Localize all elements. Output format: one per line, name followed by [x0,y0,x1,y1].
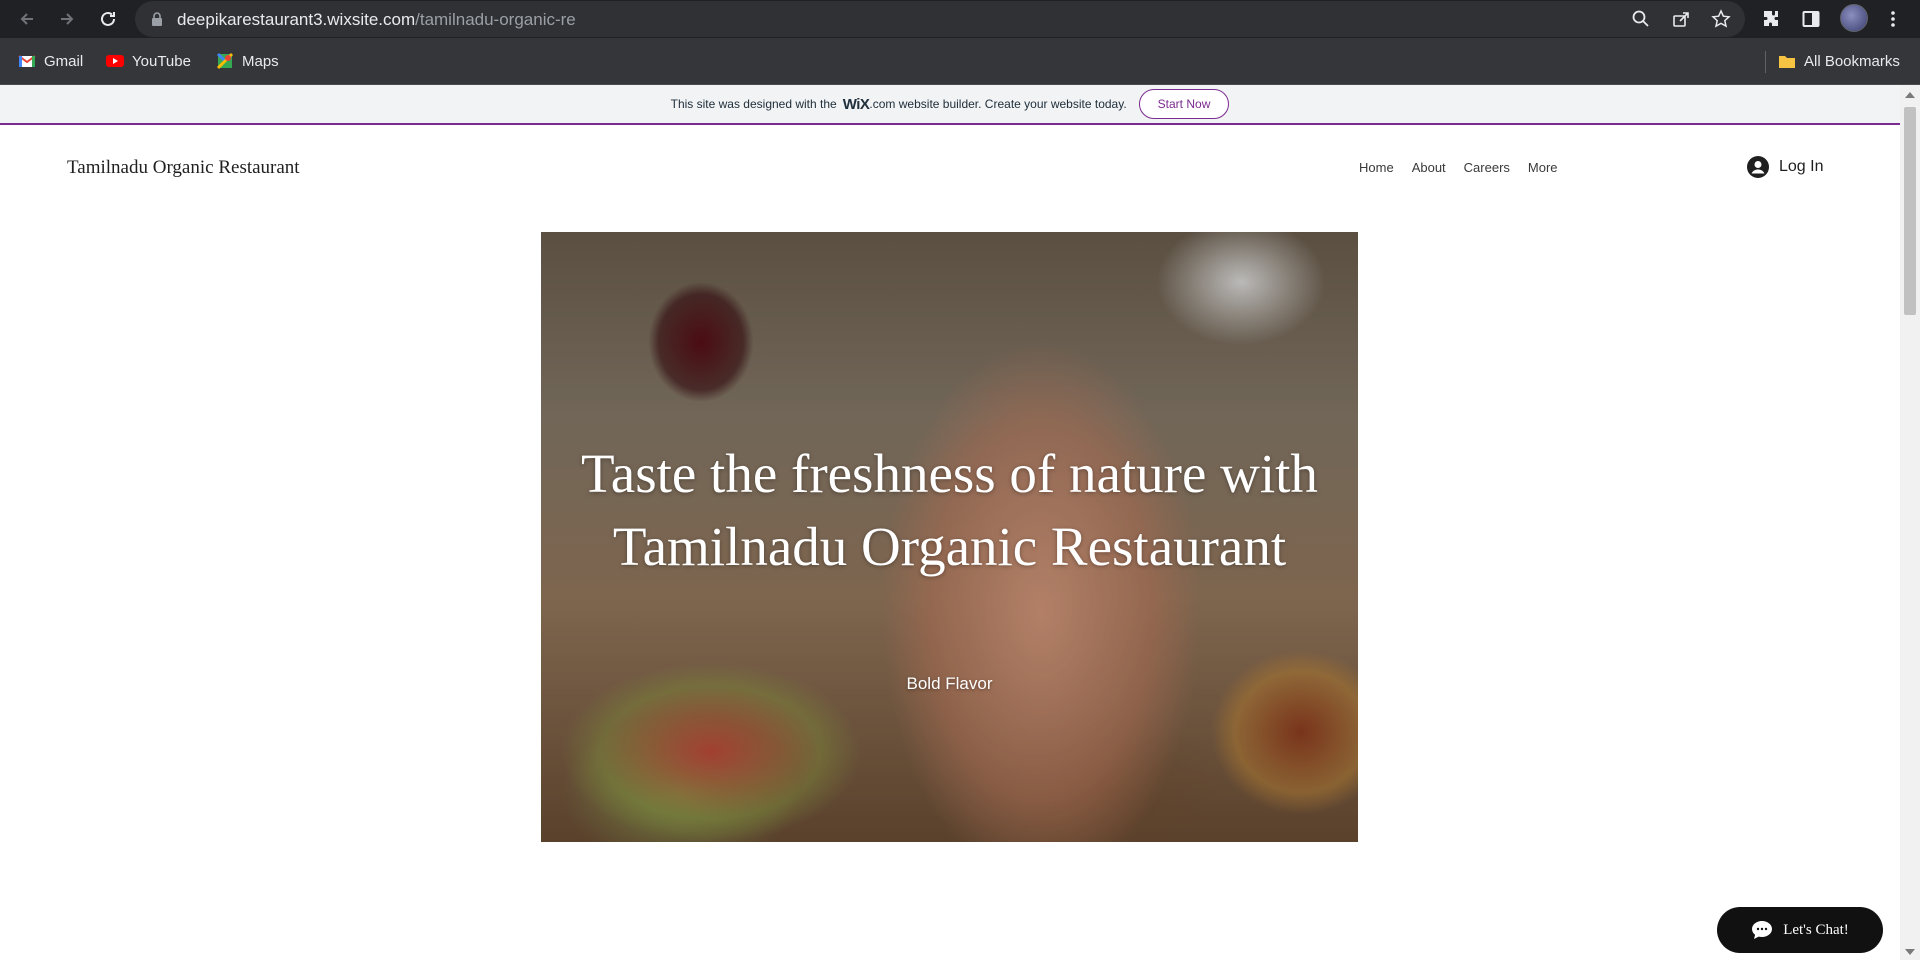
reload-icon [101,11,115,26]
hero-subtitle: Bold Flavor [906,674,993,693]
url-text: deepikarestaurant3.wixsite.com/tamilnadu… [177,10,576,30]
scroll-thumb[interactable] [1904,107,1916,315]
extensions-icon[interactable] [1760,8,1782,30]
url-domain: deepikarestaurant3.wixsite.com [177,10,416,29]
browser-toolbar: deepikarestaurant3.wixsite.com/tamilnadu… [0,0,1920,38]
profile-avatar[interactable] [1840,4,1868,32]
login-button[interactable]: Log In [1747,156,1823,178]
all-bookmarks-label: All Bookmarks [1804,52,1900,70]
bookmark-star-icon[interactable] [1711,9,1731,29]
scroll-up-arrow-icon[interactable] [1905,92,1915,98]
nav-about[interactable]: About [1412,160,1446,175]
reload-button[interactable] [93,4,123,34]
site-title[interactable]: Tamilnadu Organic Restaurant [67,157,300,179]
all-bookmarks-button[interactable]: All Bookmarks [1778,50,1900,72]
kebab-menu-icon[interactable] [1882,8,1904,30]
youtube-icon [106,55,124,67]
wix-banner-text-after: .com website builder. Create your websit… [869,97,1127,111]
forward-arrow-icon [61,13,74,25]
zoom-icon[interactable] [1631,9,1651,29]
nav-careers[interactable]: Careers [1464,160,1510,175]
wix-logo: WiX [842,95,870,113]
bookmark-label: YouTube [132,52,191,70]
lock-icon [152,12,162,26]
hero-title: Taste the freshness of nature with Tamil… [581,443,1318,577]
bookmark-gmail[interactable]: Gmail [18,50,83,72]
forward-button[interactable] [52,4,82,34]
back-button[interactable] [12,4,42,34]
page-scrollbar[interactable] [1900,85,1920,960]
folder-icon [1779,56,1795,68]
login-label: Log In [1779,158,1824,175]
wix-banner-text-before: This site was designed with the [670,97,837,111]
bookmarks-divider [1765,51,1766,73]
bookmarks-bar: Gmail YouTube Maps All Bookmarks [0,38,1920,85]
wix-promo-banner: This site was designed with the WiX .com … [0,85,1900,125]
share-icon[interactable] [1671,9,1691,29]
user-icon [1747,156,1769,178]
bookmark-label: Maps [242,52,279,70]
side-panel-icon[interactable] [1800,8,1822,30]
site-nav: Home About Careers More [1359,160,1558,175]
scroll-down-arrow-icon[interactable] [1905,949,1915,955]
start-now-button[interactable]: Start Now [1138,89,1230,119]
bookmark-maps[interactable]: Maps [216,50,279,72]
url-path: /tamilnadu-organic-re [415,10,576,29]
chat-label: Let's Chat! [1783,921,1849,938]
gmail-icon [18,55,36,67]
nav-home[interactable]: Home [1359,160,1394,175]
back-arrow-icon [20,13,33,25]
maps-icon [216,52,234,70]
chat-button[interactable]: Let's Chat! [1717,907,1883,953]
address-bar[interactable]: deepikarestaurant3.wixsite.com/tamilnadu… [135,1,1745,37]
bookmark-youtube[interactable]: YouTube [106,50,191,72]
chat-bubble-icon [1752,921,1773,939]
hero-image: Taste the freshness of nature with Tamil… [541,232,1358,842]
nav-more[interactable]: More [1528,160,1558,175]
bookmark-label: Gmail [44,52,84,70]
